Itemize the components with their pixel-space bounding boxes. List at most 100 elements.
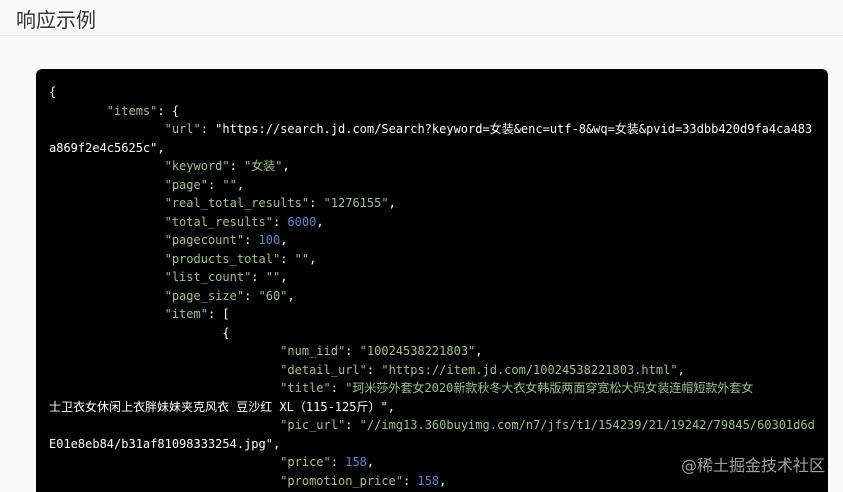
code-line: { — [49, 324, 828, 343]
code-punctuation: , — [282, 159, 290, 173]
code-punctuation: : — [330, 455, 346, 469]
code-punctuation: "https://search.jd.com/Search?keyword=女装… — [215, 122, 813, 136]
code-line: "products_total": "", — [49, 250, 828, 269]
code-string: "//img13.360buyimg.com/n7/jfs/t1/154239/… — [359, 418, 815, 432]
code-line: 士卫衣女休闲上衣胖妹妹夹克风衣 豆沙红 XL（115-125斤）", — [49, 398, 828, 417]
code-punctuation — [49, 104, 107, 118]
code-punctuation: { — [49, 85, 57, 99]
code-punctuation: 士卫衣女休闲上衣胖妹妹夹克风衣 豆沙红 XL（115-125斤）" — [49, 399, 388, 414]
divider — [0, 35, 843, 36]
code-punctuation: : — [200, 122, 216, 136]
code-punctuation: : — [280, 251, 295, 266]
code-punctuation: : — [309, 196, 324, 210]
code-line: "keyword": "女装", — [49, 157, 828, 176]
code-punctuation — [49, 344, 280, 358]
code-string: "60" — [258, 288, 288, 303]
code-string: "list_count" — [164, 270, 252, 284]
code-string: "" — [222, 177, 237, 192]
code-string: "女装" — [244, 159, 283, 173]
code-punctuation: E01e8eb84/b31af81098333254.jpg" — [49, 436, 273, 451]
json-code: { "items": { "url": "https://search.jd.c… — [36, 69, 828, 490]
code-punctuation: , — [280, 233, 288, 247]
code-block[interactable]: { "items": { "url": "https://search.jd.c… — [36, 69, 828, 492]
code-string: "" — [294, 251, 310, 266]
code-punctuation — [49, 159, 165, 173]
code-punctuation — [49, 381, 280, 395]
code-line: { — [49, 83, 828, 102]
code-line: "pagecount": 100, — [49, 231, 828, 250]
code-string: "title" — [280, 381, 331, 395]
code-punctuation: , — [366, 455, 375, 469]
code-punctuation: : — [403, 473, 418, 488]
code-string: "pic_url" — [280, 418, 346, 432]
code-line: "real_total_results": "1276155", — [49, 194, 828, 213]
code-punctuation: : — [229, 159, 245, 173]
code-punctuation: : — [244, 233, 259, 247]
code-punctuation — [49, 233, 165, 247]
code-line: "item": [ — [49, 305, 828, 324]
code-punctuation: : — [272, 214, 288, 229]
code-punctuation: : — [345, 418, 360, 432]
code-line: "page_size": "60", — [49, 287, 828, 306]
code-number: 158 — [417, 473, 440, 488]
code-number: 6000 — [287, 214, 317, 229]
code-punctuation — [49, 122, 165, 136]
code-line: "url": "https://search.jd.com/Search?key… — [49, 120, 828, 139]
code-string: "products_total" — [164, 251, 281, 266]
code-punctuation — [49, 270, 165, 284]
code-punctuation: : — [345, 344, 360, 358]
code-string: "10024538221803" — [359, 344, 476, 358]
code-punctuation: : — [251, 270, 266, 284]
code-line: "total_results": 6000, — [49, 213, 828, 232]
code-number: 100 — [258, 233, 281, 247]
code-punctuation — [49, 196, 165, 210]
code-punctuation — [49, 289, 165, 303]
code-punctuation — [49, 363, 280, 377]
code-punctuation: , — [387, 399, 395, 414]
section-title: 响应示例 — [16, 8, 96, 32]
code-string: "url" — [164, 122, 201, 136]
code-punctuation: : — [244, 288, 259, 303]
code-string: "珂米莎外套女2020新款秋冬大衣女韩版两面穿宽松大码女装连帽短款外套女 — [345, 381, 754, 395]
code-string: "real_total_results" — [164, 196, 310, 210]
code-string: "page" — [164, 177, 208, 192]
code-punctuation: { — [49, 325, 230, 340]
code-punctuation: : — [207, 177, 223, 192]
code-line: "title": "珂米莎外套女2020新款秋冬大衣女韩版两面穿宽松大码女装连帽… — [49, 379, 828, 398]
code-punctuation: a869f2e4c5625c" — [49, 140, 158, 155]
code-line: "items": { — [49, 102, 828, 121]
code-string: "keyword" — [164, 159, 230, 173]
code-punctuation — [49, 178, 165, 192]
code-string: "https://item.jd.com/10024538221803.html… — [381, 362, 678, 377]
code-punctuation — [49, 307, 165, 321]
code-punctuation: , — [287, 288, 295, 303]
code-punctuation: , — [309, 251, 317, 266]
code-string: "num_iid" — [280, 344, 346, 358]
code-line: "pic_url": "//img13.360buyimg.com/n7/jfs… — [49, 416, 828, 435]
code-punctuation: , — [236, 177, 245, 192]
code-string: "detail_url" — [280, 362, 367, 377]
code-line: "detail_url": "https://item.jd.com/10024… — [49, 361, 828, 380]
code-punctuation: , — [475, 344, 483, 358]
code-line: a869f2e4c5625c", — [49, 139, 828, 158]
code-punctuation: , — [157, 140, 165, 155]
code-string: "pagecount" — [164, 233, 245, 247]
code-punctuation — [49, 474, 280, 488]
code-string: "page_size" — [164, 288, 245, 303]
code-string: "item" — [164, 307, 208, 321]
watermark: @稀土掘金技术社区 — [680, 456, 825, 475]
code-punctuation: , — [280, 270, 288, 284]
code-string: "total_results" — [164, 214, 273, 229]
code-punctuation — [49, 455, 280, 469]
code-punctuation — [49, 418, 280, 432]
code-string: "1276155" — [323, 196, 389, 210]
code-string: "items" — [106, 103, 158, 118]
code-punctuation: : { — [157, 103, 180, 118]
code-string: "promotion_price" — [280, 473, 404, 488]
response-example-page: 响应示例 { "items": { "url": "https://search… — [0, 0, 843, 492]
code-punctuation: , — [316, 214, 324, 229]
code-line: "list_count": "", — [49, 268, 828, 287]
code-line: E01e8eb84/b31af81098333254.jpg", — [49, 435, 828, 454]
code-number: 158 — [345, 455, 367, 469]
code-punctuation: , — [388, 196, 396, 210]
